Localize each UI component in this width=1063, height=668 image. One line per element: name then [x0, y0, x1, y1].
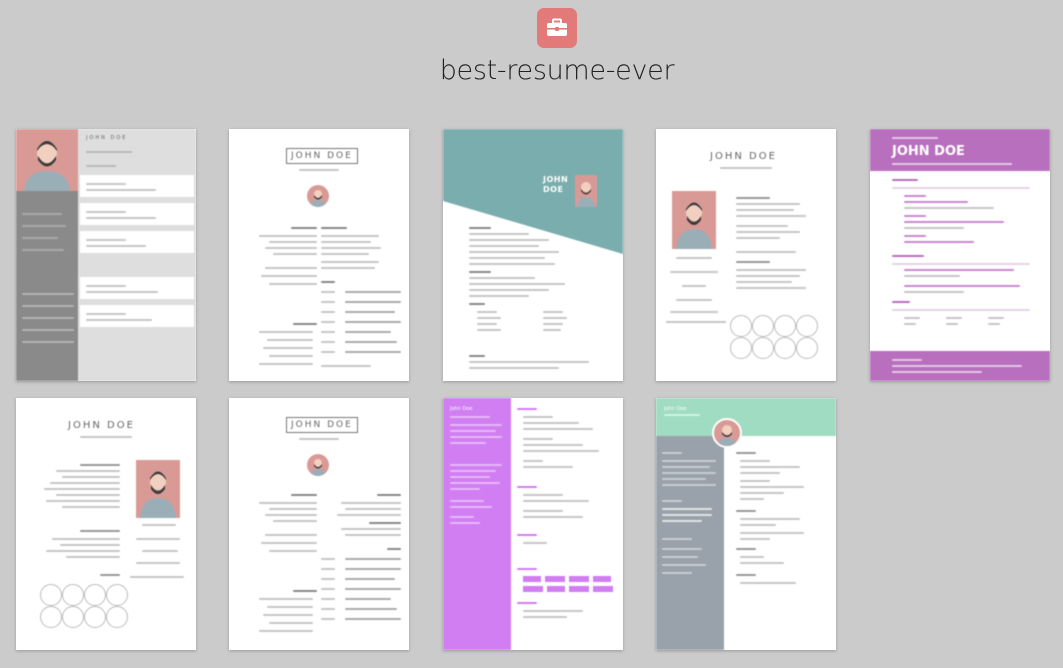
resume-template-card[interactable]: JOHN DOE [870, 129, 1050, 381]
avatar [307, 185, 329, 207]
resume-name: JOHN DOE [892, 144, 965, 159]
resume-name: JOHN DOE [86, 135, 128, 141]
page-title: best-resume-ever [439, 55, 675, 86]
avatar [136, 460, 180, 518]
avatar [712, 418, 742, 448]
avatar [575, 175, 597, 207]
resume-template-card[interactable]: John Doe [443, 398, 623, 650]
resume-template-card[interactable]: JOHN DOE [443, 129, 623, 381]
resume-template-card[interactable]: John Doe [656, 398, 836, 650]
avatar [307, 454, 329, 476]
resume-name: JOHN DOE [286, 148, 358, 164]
resume-template-card[interactable]: JOHN DOE [16, 398, 196, 650]
resume-template-card[interactable]: JOHN DOE [656, 129, 836, 381]
resume-name: JOHN DOE [710, 151, 777, 162]
resume-template-card[interactable]: JOHN DOE [16, 129, 196, 381]
resume-name: JOHN DOE [286, 417, 358, 433]
resume-name: JOHN DOE [68, 420, 135, 431]
avatar [672, 191, 716, 249]
resume-template-card[interactable]: JOHN DOE [229, 398, 409, 650]
resume-name: John Doe [450, 406, 473, 412]
resume-template-card[interactable]: JOHN DOE [229, 129, 409, 381]
resume-name: John Doe [664, 406, 687, 412]
resume-name: JOHN DOE [543, 175, 569, 194]
briefcase-icon [537, 8, 577, 48]
avatar [16, 129, 78, 191]
